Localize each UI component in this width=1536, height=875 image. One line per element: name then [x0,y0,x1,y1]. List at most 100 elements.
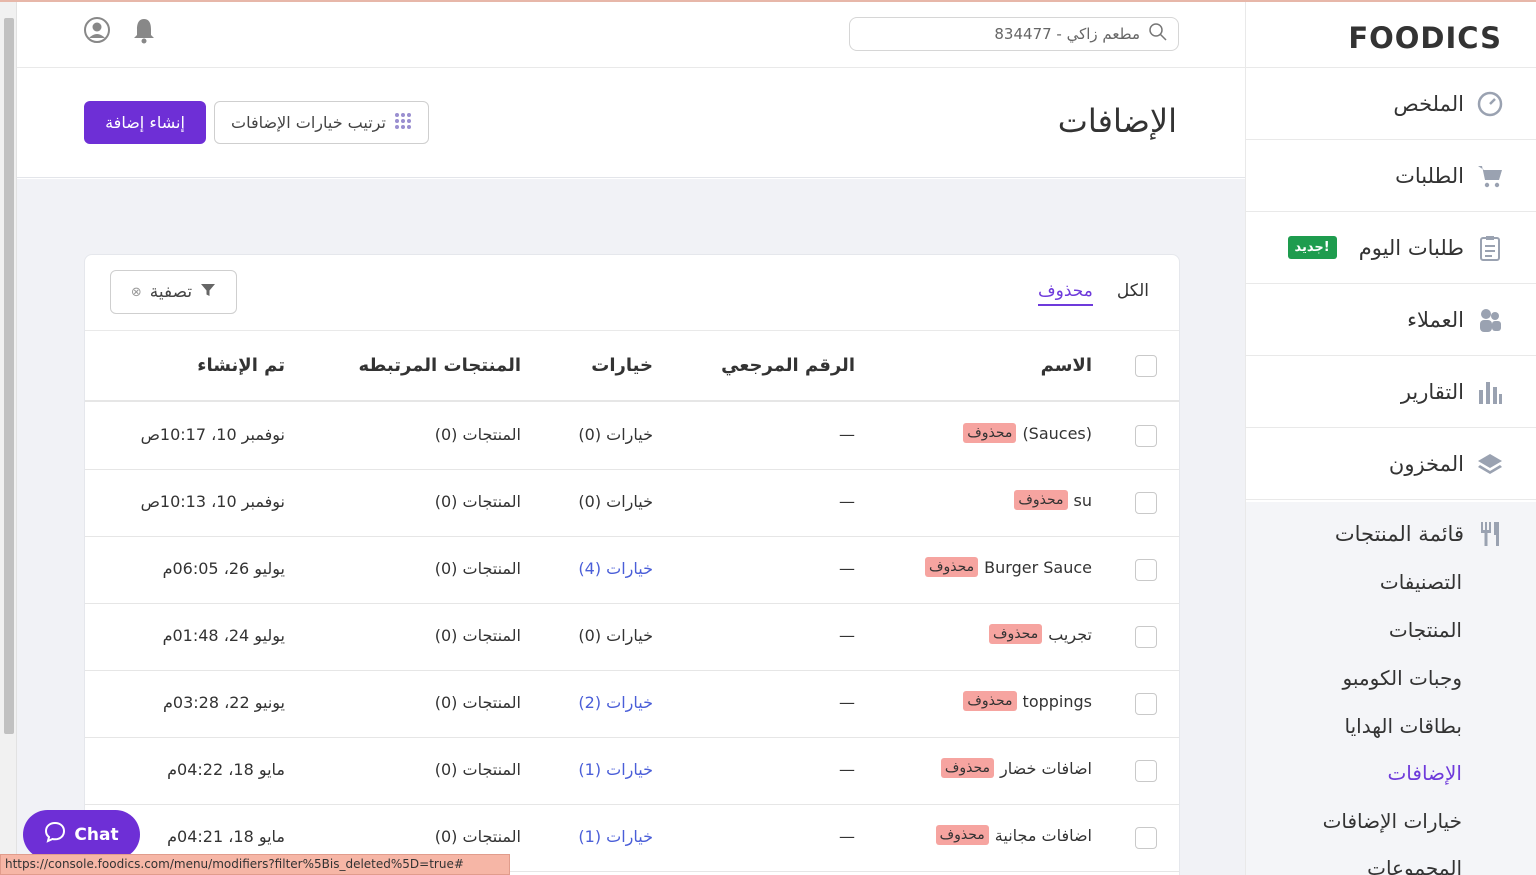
options-cell[interactable]: خيارات (1) [578,827,653,846]
sidebar-item-label: المخزون [1388,451,1464,476]
header-options: خيارات [591,355,653,376]
modifier-name-cell[interactable]: Burger Sauce محذوف [925,557,1092,577]
sidebar-item-reports[interactable]: التقارير [1246,356,1536,428]
sidebar-item-menu[interactable]: قائمة المنتجات [1335,520,1504,548]
grid-dots-icon [394,112,412,134]
create-modifier-button[interactable]: إنشاء إضافة [84,101,206,144]
modifier-name[interactable]: su [1074,491,1092,510]
sidebar-item-label: الملخص [1393,91,1464,116]
tab-all[interactable]: الكل [1117,281,1149,306]
modifier-name-cell[interactable]: اضافات مجانية محذوف [935,825,1092,845]
menu-submenu: قائمة المنتجات التصنيفات المنتجات وجبات … [1246,502,1536,875]
modifier-name-cell[interactable]: toppings محذوف [963,691,1092,711]
sidebar: FOODICS الملخص الطلبات طلبات اليوم جديد!… [1245,2,1536,875]
created-at-cell: يوليو 24، 01:48م [162,626,285,645]
linked-products-cell: المنتجات (0) [434,626,521,645]
filter-button[interactable]: تصفية ⊗ [110,270,237,314]
created-at-cell: يونيو 22، 03:28م [163,693,285,712]
row-checkbox[interactable] [1135,559,1157,581]
reports-icon [1476,378,1504,406]
reference-cell: — [839,425,855,444]
page-scrollbar[interactable] [0,2,17,875]
sidebar-subitem-products[interactable]: المنتجات [1389,618,1462,642]
sidebar-item-orders[interactable]: الطلبات [1246,140,1536,212]
sidebar-subitem-gift-cards[interactable]: بطاقات الهدايا [1345,714,1463,738]
options-cell: خيارات (0) [578,492,653,511]
reference-cell: — [839,760,855,779]
deleted-badge: محذوف [925,557,979,577]
deleted-badge: محذوف [963,423,1017,443]
sort-modifier-options-button[interactable]: ترتيب خيارات الإضافات [214,101,429,144]
table-row[interactable]: toppings محذوف — خيارات (2) المنتجات (0) يوني… [85,671,1179,738]
created-at-cell: يوليو 26، 06:05م [162,559,285,578]
deleted-badge: محذوف [935,825,989,845]
row-checkbox[interactable] [1135,760,1157,782]
reference-cell: — [839,693,855,712]
new-badge: جديد! [1287,236,1337,259]
dashboard-icon [1476,90,1504,118]
modifier-name-cell[interactable]: su محذوف [1014,490,1092,510]
page-title: الإضافات [1057,102,1177,140]
created-at-cell: نوفمبر 10، 10:17ص [140,425,285,444]
modifier-name[interactable]: اضافات مجانية [995,826,1092,845]
menu-section-title: قائمة المنتجات [1334,522,1464,546]
modifier-name[interactable]: (Sauces) [1022,424,1092,443]
modifier-name-cell[interactable]: اضافات خضار محذوف [940,758,1092,778]
reference-cell: — [839,827,855,846]
cart-icon [1476,162,1504,190]
sidebar-subitem-categories[interactable]: التصنيفات [1380,570,1462,594]
sidebar-subitem-modifier-options[interactable]: خيارات الإضافات [1323,809,1462,833]
sidebar-item-summary[interactable]: الملخص [1246,68,1536,140]
sidebar-subitem-groups[interactable]: المجموعات [1367,856,1462,875]
header-name: الاسم [1040,355,1092,376]
linked-products-cell: المنتجات (0) [434,760,521,779]
sidebar-item-today-orders[interactable]: طلبات اليوم جديد! [1246,212,1536,284]
customers-icon [1476,306,1504,334]
table-row[interactable]: تجريب محذوف — خيارات (0) المنتجات (0) يوليو 2… [85,604,1179,671]
bell-icon[interactable] [130,16,158,44]
sidebar-item-customers[interactable]: العملاء [1246,284,1536,356]
modifier-name[interactable]: اضافات خضار [1000,759,1092,778]
table-row[interactable]: (Sauces) محذوف — خيارات (0) المنتجات (0) نوفم… [85,403,1179,470]
modifier-name[interactable]: toppings [1023,692,1092,711]
modifier-name-cell[interactable]: تجريب محذوف [989,624,1092,644]
linked-products-cell: المنتجات (0) [434,693,521,712]
sidebar-subitem-modifiers[interactable]: الإضافات [1387,761,1462,785]
deleted-badge: محذوف [1014,490,1068,510]
user-avatar-icon[interactable] [83,16,111,44]
modifier-name[interactable]: Burger Sauce [984,558,1092,577]
created-at-cell: نوفمبر 10، 10:13ص [140,492,285,511]
branch-search-input[interactable]: مطعم زاكي - 834477 [849,17,1179,51]
options-cell[interactable]: خيارات (1) [578,760,653,779]
clear-filter-icon[interactable]: ⊗ [131,285,142,300]
search-icon [1148,22,1168,46]
foodics-logo[interactable]: FOODICS [1348,21,1502,55]
filter-tabs: الكل محذوف [1037,281,1149,306]
chat-button[interactable]: Chat [23,810,140,859]
sidebar-item-inventory[interactable]: المخزون [1246,428,1536,500]
tab-deleted[interactable]: محذوف [1037,281,1093,306]
logo-row: FOODICS [1246,2,1536,68]
row-checkbox[interactable] [1135,492,1157,514]
scrollbar-thumb[interactable] [4,18,14,734]
options-cell[interactable]: خيارات (4) [578,559,653,578]
row-checkbox[interactable] [1135,693,1157,715]
sidebar-item-label: التقارير [1400,379,1464,404]
options-cell[interactable]: خيارات (2) [578,693,653,712]
table-row[interactable]: Burger Sauce محذوف — خيارات (4) المنتجات (0)… [85,537,1179,604]
select-all-checkbox[interactable] [1135,355,1157,377]
row-checkbox[interactable] [1135,827,1157,849]
table-row[interactable]: اضافات خضار محذوف — خيارات (1) المنتجات (0) م… [85,738,1179,805]
reference-cell: — [839,492,855,511]
layers-icon [1476,450,1504,478]
linked-products-cell: المنتجات (0) [434,492,521,511]
modifier-name[interactable]: تجريب [1048,625,1092,644]
table-row[interactable]: su محذوف — خيارات (0) المنتجات (0) نوفمبر 10،… [85,470,1179,537]
modifier-name-cell[interactable]: (Sauces) محذوف [963,423,1092,443]
created-at-cell: مايو 18، 04:22م [167,760,285,779]
row-checkbox[interactable] [1135,425,1157,447]
row-checkbox[interactable] [1135,626,1157,648]
options-cell: خيارات (0) [578,626,653,645]
sidebar-subitem-combos[interactable]: وجبات الكومبو [1343,666,1462,690]
top-bar: مطعم زاكي - 834477 [17,2,1245,68]
